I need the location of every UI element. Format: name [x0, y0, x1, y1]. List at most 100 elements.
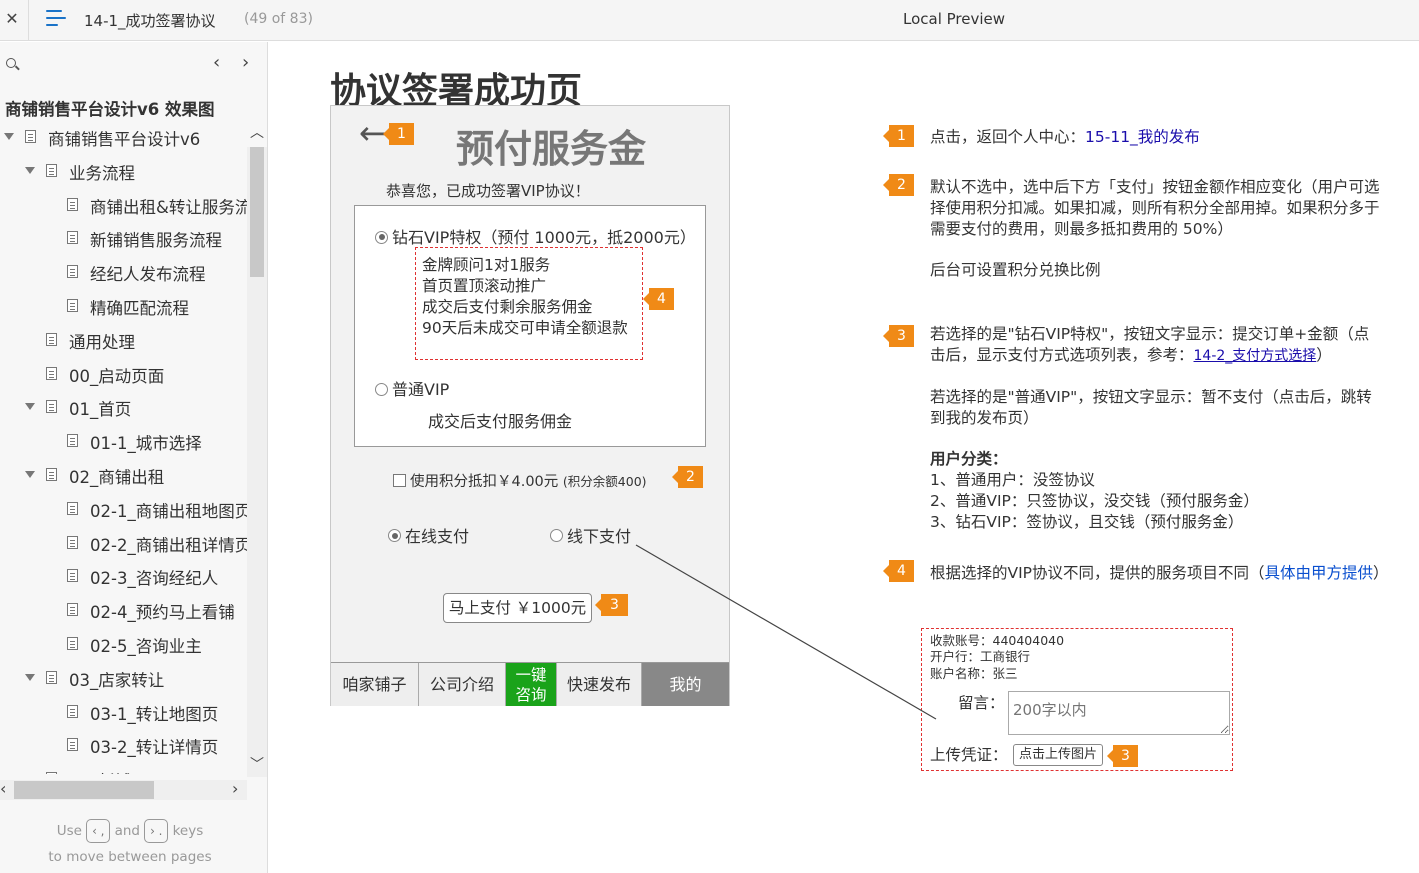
- radio-icon[interactable]: [550, 529, 563, 542]
- annotation-badge: 2: [672, 466, 703, 488]
- note-3-line: 击后，显示支付方式选项列表，参考：14-2_支付方式选择）: [930, 345, 1372, 367]
- account-name: 账户名称：张三: [930, 666, 1018, 681]
- note-3-line: 1、普通用户：没签协议: [930, 471, 1095, 489]
- sidebar-tree-item[interactable]: 02-1_商铺出租地图页: [0, 496, 250, 526]
- sidebar-tree-item[interactable]: 经纪人发布流程: [0, 259, 250, 289]
- sidebar-tree-item[interactable]: 01_首页: [0, 394, 250, 424]
- hint-use: Use: [56, 823, 82, 839]
- sidebar-tree-item[interactable]: 02-4_预约马上看铺: [0, 597, 250, 627]
- upload-label: 上传凭证：: [930, 746, 1008, 764]
- sidebar-item-label: 03_店家转让: [69, 670, 165, 690]
- note-3-line: 若选择的是"钻石VIP特权"，按钮文字显示：提交订单+金额（点: [930, 325, 1370, 343]
- link-payment-method[interactable]: 14-2_支付方式选择: [1194, 348, 1317, 364]
- bottom-tab-bar: 咱家铺子 公司介绍 一键 咨询 快速发布 我的: [331, 662, 729, 706]
- page-icon: [46, 468, 57, 481]
- sidebar-tree-item[interactable]: 商铺出租&转让服务流: [0, 192, 250, 222]
- expand-arrow-icon[interactable]: [25, 403, 35, 411]
- scroll-down-chevron-icon[interactable]: ﹀: [250, 754, 264, 774]
- sidebar-tree-item[interactable]: 02_商铺出租: [0, 462, 250, 492]
- note-3-line: 3、钻石VIP：签协议，且交钱（预付服务金）: [930, 513, 1244, 531]
- tab-company[interactable]: 公司介绍: [419, 663, 506, 706]
- note-2-line: 后台可设置积分兑换比例: [930, 261, 1101, 279]
- sidebar-tree-item[interactable]: 02-2_商铺出租详情页: [0, 530, 250, 560]
- tab-shop[interactable]: 咱家铺子: [331, 663, 419, 706]
- note-3-line: 若选择的是"普通VIP"，按钮文字显示：暂不支付（点击后，跳转: [930, 388, 1372, 406]
- sidebar-tree-item[interactable]: 04_新铺: [0, 766, 250, 774]
- sidebar-tree-item[interactable]: 03-1_转让地图页: [0, 699, 250, 729]
- radio-selected-icon[interactable]: [375, 230, 388, 244]
- pay-now-button[interactable]: 马上支付 ￥1000元: [443, 593, 592, 623]
- sidebar-tree-item[interactable]: 业务流程: [0, 158, 250, 188]
- sidebar-tree-item[interactable]: 02-5_咨询业主: [0, 631, 250, 661]
- sidebar-item-label: 02-3_咨询经纪人: [90, 569, 219, 589]
- scroll-right-chevron-icon[interactable]: ›: [232, 779, 238, 798]
- close-icon[interactable]: ✕: [4, 9, 20, 28]
- next-page-chevron-icon[interactable]: ›: [242, 52, 249, 73]
- horizontal-scrollbar[interactable]: [0, 780, 247, 800]
- scrollbar-thumb[interactable]: [250, 147, 264, 277]
- sidebar-tree-item[interactable]: 01-1_城市选择: [0, 428, 250, 458]
- hamburger-menu-icon[interactable]: [46, 10, 66, 28]
- expand-arrow-icon[interactable]: [4, 133, 14, 140]
- scroll-left-chevron-icon[interactable]: ‹: [0, 779, 6, 798]
- note-4-end: ）: [1373, 564, 1389, 582]
- message-label: 留言：: [958, 694, 1005, 712]
- sidebar-tree-item[interactable]: 精确匹配流程: [0, 293, 250, 323]
- search-icon[interactable]: [6, 58, 16, 68]
- tab-publish[interactable]: 快速发布: [557, 663, 642, 706]
- pay-online-label: 在线支付: [405, 527, 470, 546]
- sidebar-item-label: 02-2_商铺出租详情页: [90, 535, 250, 555]
- sidebar-tree-item[interactable]: 02-3_咨询经纪人: [0, 563, 250, 593]
- note-3-line: 2、普通VIP：只签协议，没交钱（预付服务金）: [930, 492, 1259, 510]
- note-2-line: 默认不选中，选中后下方「支付」按钮金额作相应变化（用户可选: [930, 178, 1380, 196]
- sidebar-item-label: 业务流程: [69, 163, 135, 183]
- page-icon: [46, 772, 57, 774]
- radio-icon[interactable]: [375, 382, 388, 396]
- page-icon: [46, 400, 57, 414]
- upload-image-button[interactable]: 点击上传图片: [1013, 744, 1103, 766]
- list-item: 金牌顾问1对1服务: [422, 256, 551, 274]
- page-icon: [67, 299, 78, 312]
- vertical-scrollbar[interactable]: [247, 147, 267, 777]
- note-2: 默认不选中，选中后下方「支付」按钮金额作相应变化（用户可选 择使用积分扣减。如果…: [930, 177, 1380, 281]
- normal-vip-desc: 成交后支付服务佣金: [428, 412, 573, 431]
- note-4: 根据选择的VIP协议不同，提供的服务项目不同（具体由甲方提供）: [930, 563, 1389, 584]
- tab-consult[interactable]: 一键 咨询: [506, 663, 557, 706]
- expand-arrow-icon[interactable]: [25, 471, 35, 478]
- sidebar-tree-item[interactable]: 新铺销售服务流程: [0, 225, 250, 255]
- hint-line2: to move between pages: [48, 849, 212, 865]
- scroll-up-chevron-icon[interactable]: ︿: [250, 122, 264, 142]
- list-item: 90天后未成交可申请全额退款: [422, 319, 628, 337]
- phone-mockup: ⟵ 预付服务金 恭喜您，已成功签署VIP协议！ 钻石VIP特权（预付 1000元…: [330, 105, 730, 706]
- page-icon: [67, 535, 78, 549]
- hscrollbar-thumb[interactable]: [14, 781, 154, 799]
- next-key-icon: › .: [144, 819, 169, 843]
- message-input[interactable]: [1008, 691, 1230, 735]
- expand-arrow-icon[interactable]: [25, 166, 35, 174]
- radio-selected-icon[interactable]: [388, 529, 401, 542]
- sidebar-item-label: 02-4_预约马上看铺: [90, 603, 235, 623]
- sidebar-tree-item[interactable]: 03-2_转让详情页: [0, 732, 250, 762]
- sidebar-item-label: 02-5_咨询业主: [90, 637, 202, 656]
- sidebar-item-label: 01-1_城市选择: [90, 434, 202, 454]
- sidebar-tree-item[interactable]: 03_店家转让: [0, 665, 250, 695]
- prev-page-chevron-icon[interactable]: ‹: [213, 52, 220, 73]
- hint-keys: keys: [172, 823, 204, 839]
- sidebar-tree-item[interactable]: 商铺销售平台设计v6: [0, 124, 250, 154]
- sidebar-tree-item[interactable]: 00_启动页面: [0, 361, 250, 391]
- prev-key-icon: ‹ ,: [86, 819, 111, 843]
- pay-online-option[interactable]: 在线支付: [388, 523, 469, 547]
- annotation-badge: 1: [383, 123, 414, 145]
- sidebar-item-label: 03-1_转让地图页: [90, 704, 219, 724]
- sidebar-tree-item[interactable]: 通用处理: [0, 327, 250, 357]
- tab-mine[interactable]: 我的: [642, 663, 729, 706]
- points-deduct-option[interactable]: 使用积分抵扣￥4.00元 (积分余额400): [393, 470, 647, 491]
- phone-header-title: 预付服务金: [456, 127, 647, 171]
- normal-vip-option[interactable]: 普通VIP: [375, 376, 449, 400]
- note-1: 点击，返回个人中心：15-11_我的发布: [930, 127, 1200, 148]
- expand-arrow-icon[interactable]: [25, 673, 35, 681]
- pay-offline-option[interactable]: 线下支付: [550, 523, 631, 547]
- checkbox-icon[interactable]: [393, 473, 406, 487]
- diamond-vip-option[interactable]: 钻石VIP特权（预付 1000元，抵2000元）: [375, 224, 696, 248]
- link-my-publish[interactable]: 15-11_我的发布: [1085, 128, 1200, 146]
